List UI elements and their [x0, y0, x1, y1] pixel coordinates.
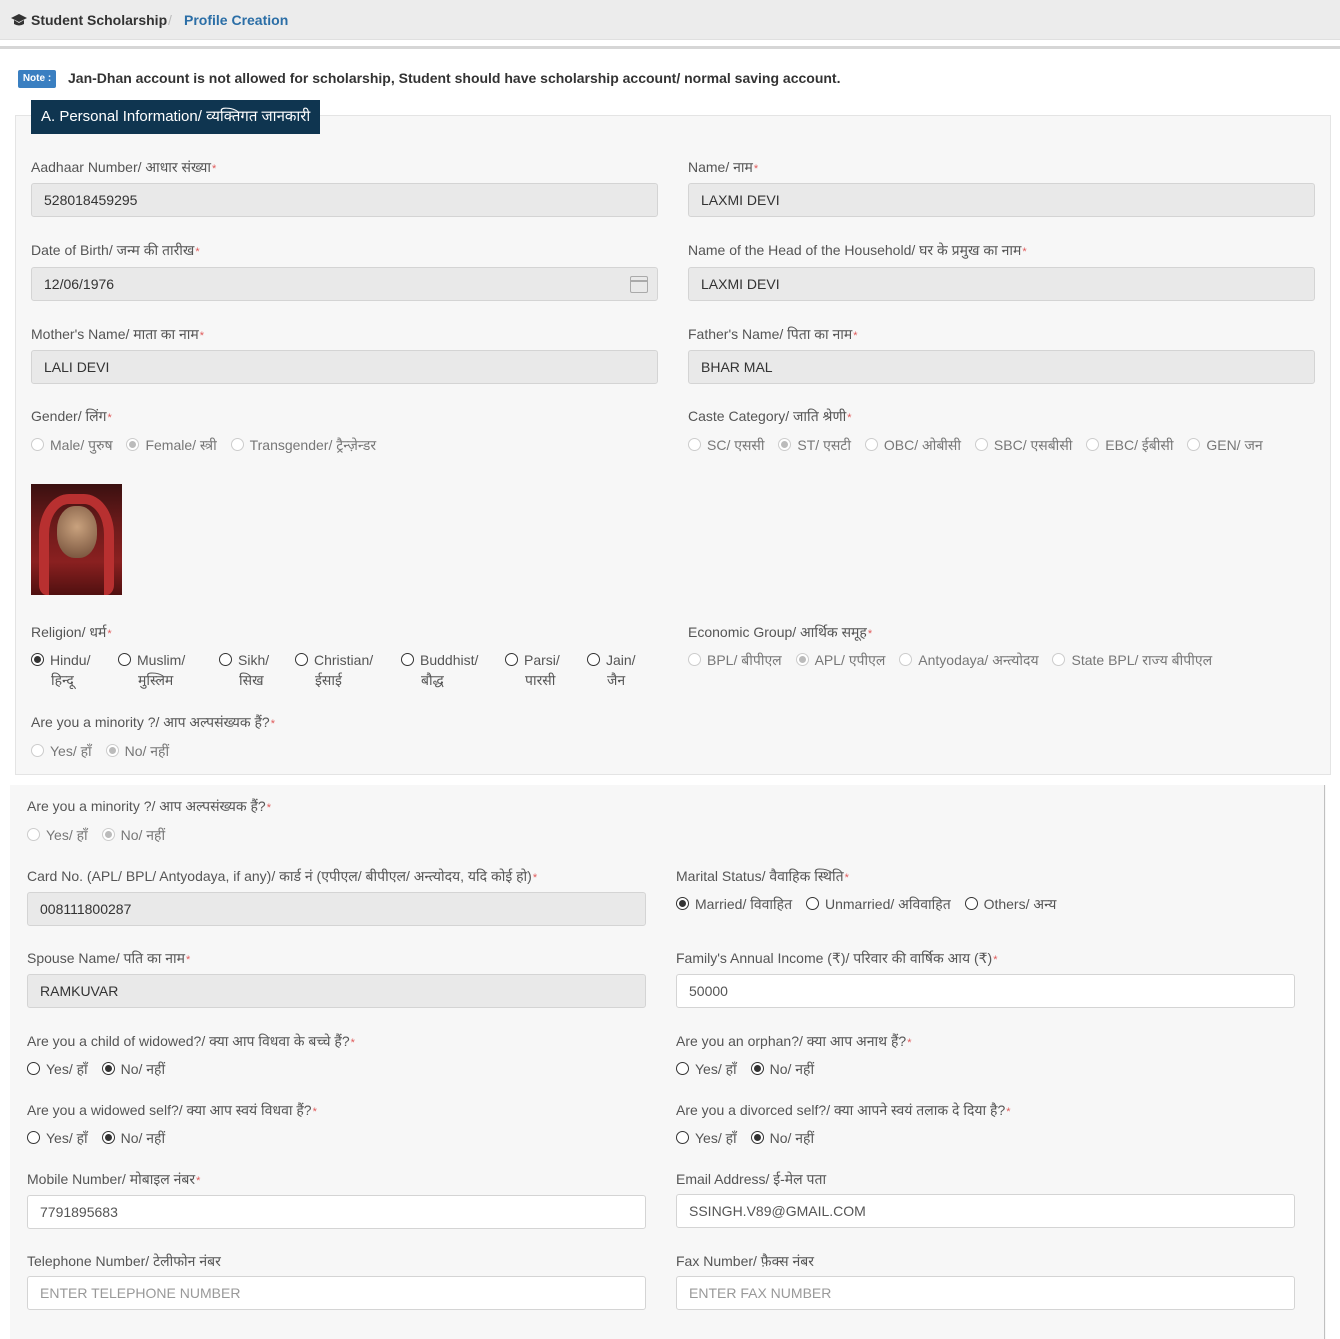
caste-label: Caste Category/ जाति श्रेणी*: [688, 408, 852, 424]
spouse-label: Spouse Name/ पति का नाम*: [27, 950, 191, 966]
economic-option-antyodaya[interactable]: Antyodaya/ अन्त्योदय: [899, 651, 1039, 670]
divorced-self-label: Are you a divorced self?/ क्या आपने स्वय…: [676, 1102, 1011, 1118]
minority-radio-group: Yes/ हाँ No/ नहीं: [27, 826, 175, 845]
marital-option-unmarried[interactable]: Unmarried/ अविवाहित: [806, 895, 951, 914]
orphan-option-no[interactable]: No/ नहीं: [750, 1060, 814, 1079]
gender-option-male[interactable]: Male/ पुरुष: [31, 436, 113, 455]
mobile-field[interactable]: 7791895683: [27, 1195, 646, 1229]
mobile-label: Mobile Number/ मोबाइल नंबर*: [27, 1171, 201, 1187]
religion-option-hindu[interactable]: Hindu/हिन्दू: [31, 650, 90, 690]
religion-option-buddhist[interactable]: Buddhist/बौद्ध: [401, 650, 478, 690]
note-badge: Note :: [18, 70, 56, 88]
aadhaar-field[interactable]: 528018459295: [31, 183, 658, 217]
caste-option-obc[interactable]: OBC/ ओबीसी: [864, 436, 961, 455]
dob-label: Date of Birth/ जन्म की तारीख*: [31, 242, 200, 258]
minority-option-no[interactable]: No/ नहीं: [105, 742, 169, 761]
head-field[interactable]: LAXMI DEVI: [688, 267, 1315, 301]
aadhaar-label: Aadhaar Number/ आधार संख्या*: [31, 159, 217, 175]
religion-option-parsi[interactable]: Parsi/पारसी: [505, 650, 560, 690]
economic-radio-group: BPL/ बीपीएल APL/ एपीएल Antyodaya/ अन्त्य…: [688, 651, 1222, 670]
religion-label: Religion/ धर्म*: [31, 624, 112, 640]
widowed-self-option-yes[interactable]: Yes/ हाँ: [27, 1129, 88, 1148]
gender-radio-group: Male/ पुरुष Female/ स्त्री Transgender/ …: [31, 436, 386, 455]
religion-option-sikh[interactable]: Sikh/सिख: [219, 650, 269, 690]
breadcrumb: Student Scholarship / Profile Creation: [0, 0, 1340, 40]
economic-option-bpl[interactable]: BPL/ बीपीएल: [688, 651, 782, 670]
breadcrumb-current[interactable]: Profile Creation: [184, 12, 288, 28]
marital-radio-group: Married/ विवाहित Unmarried/ अविवाहित Oth…: [676, 895, 1066, 914]
minority-label: Are you a minority ?/ आप अल्पसंख्यक हैं?…: [31, 714, 275, 730]
widow-child-option-no[interactable]: No/ नहीं: [101, 1060, 165, 1079]
father-field[interactable]: BHAR MAL: [688, 350, 1315, 384]
minority-option-yes[interactable]: Yes/ हाँ: [31, 742, 92, 761]
telephone-field[interactable]: ENTER TELEPHONE NUMBER: [27, 1276, 646, 1310]
email-label: Email Address/ ई-मेल पता: [676, 1171, 827, 1187]
caste-option-gen[interactable]: GEN/ जन: [1187, 436, 1263, 455]
student-photo: [31, 484, 122, 595]
section-title: A. Personal Information/ व्यक्तिगत जानका…: [31, 100, 321, 134]
orphan-option-yes[interactable]: Yes/ हाँ: [676, 1060, 737, 1079]
gender-option-transgender[interactable]: Transgender/ ट्रैन्ज़ेन्डर: [230, 436, 376, 455]
dob-field[interactable]: 12/06/1976: [31, 267, 658, 301]
scrollbar-edge: [1324, 785, 1325, 1339]
caste-option-sc[interactable]: SC/ एससी: [688, 436, 765, 455]
breadcrumb-separator: /: [168, 12, 172, 28]
mother-field[interactable]: LALI DEVI: [31, 350, 658, 384]
minority-radio-group: Yes/ हाँ No/ नहीं: [31, 742, 179, 761]
religion-option-christian[interactable]: Christian/ईसाई: [295, 650, 373, 690]
gender-label: Gender/ लिंग*: [31, 408, 112, 424]
widow-child-radio-group: Yes/ हाँ No/ नहीं: [27, 1060, 175, 1079]
father-label: Father's Name/ पिता का नाम*: [688, 326, 858, 342]
religion-option-muslim[interactable]: Muslim/मुस्लिम: [118, 650, 185, 690]
minority-option-no[interactable]: No/ नहीं: [101, 826, 165, 845]
marital-option-others[interactable]: Others/ अन्य: [964, 895, 1056, 914]
economic-option-state-bpl[interactable]: State BPL/ राज्य बीपीएल: [1052, 651, 1212, 670]
mother-label: Mother's Name/ माता का नाम*: [31, 326, 205, 342]
economic-option-apl[interactable]: APL/ एपीएल: [795, 651, 885, 670]
note-text: Jan-Dhan account is not allowed for scho…: [68, 70, 841, 86]
fax-label: Fax Number/ फ़ैक्स नंबर: [676, 1253, 814, 1269]
calendar-icon[interactable]: [630, 276, 648, 293]
income-field[interactable]: 50000: [676, 974, 1295, 1008]
email-field[interactable]: SSINGH.V89@GMAIL.COM: [676, 1194, 1295, 1228]
breadcrumb-home-link[interactable]: Student Scholarship: [31, 12, 167, 28]
telephone-label: Telephone Number/ टेलीफोन नंबर: [27, 1253, 221, 1269]
minority-option-yes[interactable]: Yes/ हाँ: [27, 826, 88, 845]
fax-field[interactable]: ENTER FAX NUMBER: [676, 1276, 1295, 1310]
caste-radio-group: SC/ एससी ST/ एसटी OBC/ ओबीसी SBC/ एसबीसी…: [688, 436, 1273, 455]
head-label: Name of the Head of the Household/ घर के…: [688, 242, 1027, 258]
graduation-cap-icon: [11, 14, 27, 26]
marital-label: Marital Status/ वैवाहिक स्थिति*: [676, 868, 849, 884]
divider: [0, 46, 1340, 49]
name-label: Name/ नाम*: [688, 159, 759, 175]
caste-option-sbc[interactable]: SBC/ एसबीसी: [974, 436, 1072, 455]
card-label: Card No. (APL/ BPL/ Antyodaya, if any)/ …: [27, 868, 538, 884]
orphan-radio-group: Yes/ हाँ No/ नहीं: [676, 1060, 824, 1079]
economic-label: Economic Group/ आर्थिक समूह*: [688, 624, 873, 640]
divorced-self-option-no[interactable]: No/ नहीं: [750, 1129, 814, 1148]
caste-option-st[interactable]: ST/ एसटी: [778, 436, 851, 455]
divorced-self-option-yes[interactable]: Yes/ हाँ: [676, 1129, 737, 1148]
divorced-self-radio-group: Yes/ हाँ No/ नहीं: [676, 1129, 824, 1148]
widowed-self-option-no[interactable]: No/ नहीं: [101, 1129, 165, 1148]
widowed-self-label: Are you a widowed self?/ क्या आप स्वयं व…: [27, 1102, 317, 1118]
widow-child-option-yes[interactable]: Yes/ हाँ: [27, 1060, 88, 1079]
religion-option-jain[interactable]: Jain/जैन: [587, 650, 636, 690]
marital-option-married[interactable]: Married/ विवाहित: [676, 895, 792, 914]
card-field[interactable]: 008111800287: [27, 892, 646, 926]
orphan-label: Are you an orphan?/ क्या आप अनाथ हैं?*: [676, 1033, 912, 1049]
widowed-self-radio-group: Yes/ हाँ No/ नहीं: [27, 1129, 175, 1148]
name-field[interactable]: LAXMI DEVI: [688, 183, 1315, 217]
minority-label: Are you a minority ?/ आप अल्पसंख्यक हैं?…: [27, 798, 271, 814]
income-label: Family's Annual Income (₹)/ परिवार की वा…: [676, 950, 998, 966]
spouse-field[interactable]: RAMKUVAR: [27, 974, 646, 1008]
widow-child-label: Are you a child of widowed?/ क्या आप विध…: [27, 1033, 355, 1049]
caste-option-ebc[interactable]: EBC/ ईबीसी: [1086, 436, 1173, 455]
gender-option-female[interactable]: Female/ स्त्री: [126, 436, 217, 455]
